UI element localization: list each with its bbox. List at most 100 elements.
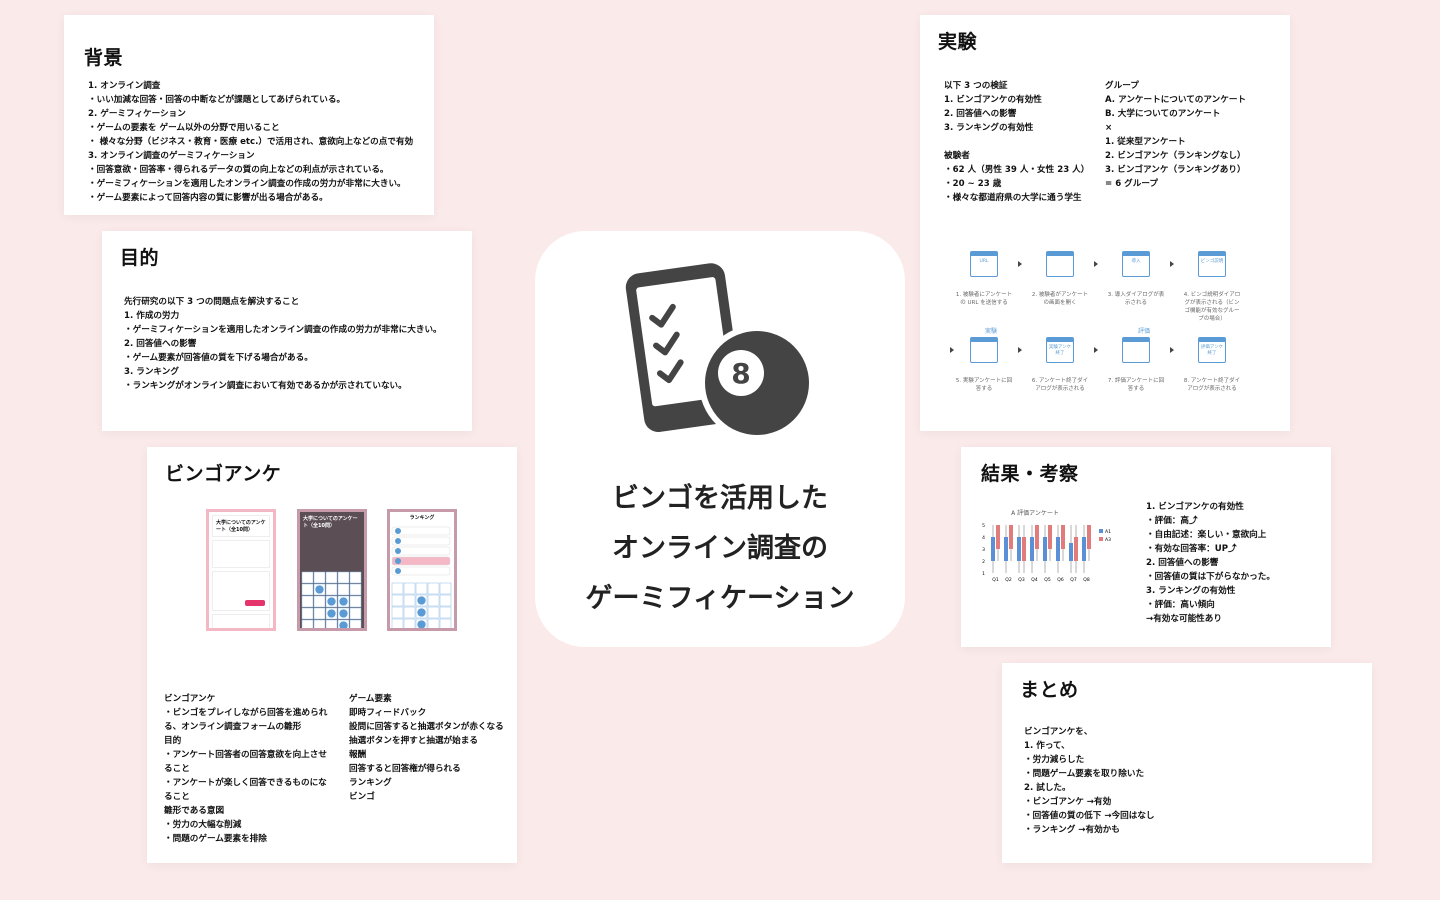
text-line: 1. ビンゴアンケの有効性 bbox=[1146, 502, 1244, 512]
text-line: 2. ゲーミフィケーション bbox=[88, 109, 186, 119]
lottery-button bbox=[245, 600, 265, 606]
bingo-cell bbox=[349, 619, 362, 628]
result-card: 結果・考察 A 評価アンケート 1 2 3 4 5 Q1 Q2 Q3 Q4 Q5 Q6 Q7 Q8 A1 A3… bbox=[961, 447, 1331, 647]
phone1-header: 大学についてのアンケート（全10問） bbox=[212, 515, 270, 537]
text-line: る、オンライン調査フォームの雛形 bbox=[164, 722, 302, 732]
bingo-game-elements: ゲーム要素 即時フィードバック 設問に回答すると抽選ボタンが赤くなる 抽選ボタンを押す… bbox=[349, 692, 504, 804]
bingo-title: ビンゴアンケ bbox=[165, 463, 282, 485]
window-titlebar bbox=[1199, 252, 1225, 256]
text-line: ・ゲームの要素を ゲーム以外の分野で用いること bbox=[88, 123, 280, 133]
center-title-card: 8 ビンゴを活用した オンライン調査の ゲーミフィケーション bbox=[535, 231, 905, 647]
text-line: ・労力の大幅な削減 bbox=[164, 820, 242, 830]
flow-step-caption: 2. 被験者がアンケートの画面を開く bbox=[1031, 292, 1089, 306]
text-line: 以下 3 つの検証 bbox=[944, 81, 1008, 91]
text-line: グループ bbox=[1105, 81, 1139, 91]
bingo-cell bbox=[439, 582, 452, 595]
bingo-cell bbox=[313, 595, 326, 608]
bingo-cell bbox=[349, 571, 362, 584]
text-line: ・アンケートが楽しく回答できるものにな bbox=[164, 778, 327, 788]
window-titlebar bbox=[1199, 338, 1225, 342]
x-tick-label: Q1 bbox=[992, 577, 999, 583]
background-card: 背景 1. オンライン調査 ・いい加減な回答・回答の中断などが課題としてあげられて… bbox=[64, 15, 434, 215]
bingo-cell bbox=[301, 571, 314, 584]
bingo-cell bbox=[403, 606, 416, 619]
text-line: ・62 人（男性 39 人・女性 23 人） bbox=[944, 165, 1090, 175]
text-line: 2. 回答値への影響 bbox=[1146, 558, 1219, 568]
text-line: A. アンケートについてのアンケート bbox=[1105, 95, 1247, 105]
bingo-cell bbox=[325, 571, 338, 584]
result-text: 1. ビンゴアンケの有効性 ・評価：高⤴ ・自由記述：楽しい・意欲向上 ・有効な回答率… bbox=[1146, 500, 1275, 626]
text-line: ・ゲーミフィケーションを適用したオンライン調査の作成の労力が非常に大きい。 bbox=[124, 325, 442, 335]
text-line: ・アンケート回答者の回答意欲を向上させ bbox=[164, 750, 327, 760]
bingo-cell bbox=[301, 583, 314, 596]
window-titlebar bbox=[1047, 338, 1073, 342]
ranking-avatar bbox=[395, 528, 401, 534]
text-line: 2. 回答値への影響 bbox=[944, 109, 1017, 119]
text-line: 目的 bbox=[164, 736, 182, 746]
bingo-cell bbox=[427, 606, 440, 619]
bingo-cell bbox=[391, 594, 404, 607]
phone3-header: ランキング bbox=[409, 515, 435, 521]
bingo-cell bbox=[415, 582, 428, 595]
bingo-cell bbox=[313, 619, 326, 628]
flow-step-icon-label: 評価アンケ終了 bbox=[1200, 345, 1224, 356]
phone1-question bbox=[212, 540, 270, 568]
box-plot-box bbox=[1048, 525, 1052, 549]
x-tick-label: Q2 bbox=[1005, 577, 1012, 583]
bingo-hit-mark bbox=[339, 621, 348, 628]
text-line: 3. ランキングの有効性 bbox=[944, 123, 1034, 133]
box-plot-box bbox=[1017, 537, 1021, 561]
box-plot-chart: A 評価アンケート 1 2 3 4 5 Q1 Q2 Q3 Q4 Q5 Q6 Q7 Q8 A1 A3 bbox=[982, 509, 1111, 583]
text-line: 3. ビンゴアンケ（ランキングあり） bbox=[1105, 165, 1246, 175]
flow-arrow-icon bbox=[950, 347, 954, 353]
box-plot-box bbox=[1074, 537, 1078, 561]
text-line: →有効な可能性あり bbox=[1146, 614, 1222, 624]
bingo-hit-mark bbox=[339, 597, 348, 606]
y-tick-label: 5 bbox=[982, 523, 985, 529]
background-text: 1. オンライン調査・いい加減な回答・回答の中断などが課題としてあげられている。… bbox=[88, 79, 413, 205]
ranking-avatar bbox=[395, 568, 401, 574]
text-line: ・有効な回答率：UP⤴ bbox=[1146, 544, 1237, 554]
bingo-cell bbox=[349, 595, 362, 608]
bingo-hit-mark bbox=[417, 596, 426, 605]
main-title-line: ゲーミフィケーション bbox=[585, 583, 855, 614]
text-line: 1. 作って、 bbox=[1024, 741, 1070, 751]
text-line: ること bbox=[164, 792, 190, 802]
text-line: ・ゲーミフィケーションを適用したオンライン調査の作成の労力が非常に大きい。 bbox=[88, 179, 406, 189]
phone-screenshot-ranking: ランキング bbox=[387, 509, 457, 631]
flow-step-icon-label: URL bbox=[979, 259, 989, 264]
text-line: ること bbox=[164, 764, 190, 774]
bingo-cell bbox=[427, 618, 440, 628]
x-tick-label: Q7 bbox=[1070, 577, 1077, 583]
text-line: ビンゴ bbox=[349, 792, 375, 802]
bingo-description: ビンゴアンケ ・ビンゴをプレイしながら回答を進められ る、オンライン調査フォームの雛… bbox=[164, 692, 327, 846]
text-line: 2. 回答値への影響 bbox=[124, 339, 197, 349]
flow-step-icon bbox=[1122, 337, 1150, 363]
flow-step-icon: 導入 bbox=[1122, 251, 1150, 277]
x-tick-label: Q4 bbox=[1031, 577, 1038, 583]
phone2-header: 大学についてのアンケート（全10問） bbox=[303, 516, 358, 529]
text-line: ランキング bbox=[349, 778, 392, 788]
bingo-cell bbox=[313, 571, 326, 584]
bingo-hit-mark bbox=[417, 620, 426, 628]
text-line: 回答すると回答権が得られる bbox=[349, 764, 461, 774]
summary-card: まとめ ビンゴアンケを、 1. 作って、 ・労力減らした ・問題ゲーム要素を取り除いた… bbox=[1002, 663, 1372, 863]
text-line: 1. オンライン調査 bbox=[88, 81, 161, 91]
text-line: ・回答意欲・回答率・得られるデータの質の向上などの利点が示されている。 bbox=[88, 165, 389, 175]
box-plot-box bbox=[991, 537, 995, 561]
bingo-cell bbox=[427, 582, 440, 595]
bingo-cell bbox=[427, 594, 440, 607]
x-tick-label: Q5 bbox=[1044, 577, 1051, 583]
bingo-cell bbox=[439, 618, 452, 628]
bingo-cell bbox=[337, 583, 350, 596]
text-line: ・労力減らした bbox=[1024, 755, 1085, 765]
experiment-title: 実験 bbox=[938, 31, 978, 53]
text-line: 即時フィードバック bbox=[349, 708, 427, 718]
phone1-question bbox=[212, 614, 270, 628]
purpose-text: 先行研究の以下 3 つの問題点を解決すること 1. 作成の労力 ・ゲーミフィケーショ… bbox=[124, 295, 442, 393]
text-line: ・いい加減な回答・回答の中断などが課題としてあげられている。 bbox=[88, 95, 346, 105]
text-line: = 6 グループ bbox=[1105, 179, 1159, 189]
text-line: 2. ビンゴアンケ（ランキングなし） bbox=[1105, 151, 1246, 161]
flow-step-icon-label: 実験アンケ終了 bbox=[1048, 345, 1072, 356]
flow-step-icon: 評価アンケ終了 bbox=[1198, 337, 1226, 363]
